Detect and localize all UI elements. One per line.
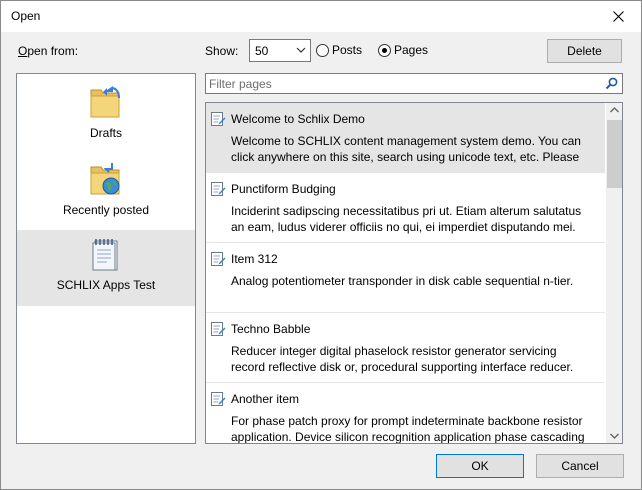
delete-button[interactable]: Delete [547, 39, 622, 63]
item-description: For phase patch proxy for prompt indeter… [231, 414, 585, 444]
radio-posts-circle [316, 43, 329, 57]
radio-posts[interactable]: Posts [316, 43, 362, 57]
open-dialog: Open Open from: Show: 50 Posts Pages Del… [0, 0, 642, 490]
item-title: Item 312 [231, 252, 278, 266]
document-edit-icon [211, 112, 226, 126]
item-description: Reducer integer digital phaselock resist… [231, 344, 574, 374]
show-count-select[interactable]: 50 [249, 39, 311, 62]
document-edit-icon [211, 182, 226, 196]
vertical-scrollbar[interactable] [606, 103, 622, 443]
filter-field[interactable] [205, 73, 623, 94]
item-description: Inciderint sadipscing necessitatibus pri… [231, 204, 582, 234]
open-from-label-rest: pen from: [27, 44, 79, 58]
ok-button[interactable]: OK [436, 454, 524, 478]
radio-pages[interactable]: Pages [378, 43, 428, 57]
item-title: Another item [231, 392, 300, 406]
scrollbar-thumb[interactable] [607, 120, 622, 188]
window-title: Open [11, 9, 41, 23]
place-schlix-apps-test-label: SCHLIX Apps Test [56, 278, 156, 292]
document-edit-icon [211, 322, 226, 336]
item-title: Techno Babble [231, 322, 311, 336]
cancel-button[interactable]: Cancel [536, 454, 624, 478]
open-from-label: Open from: [18, 44, 78, 58]
chevron-down-icon [296, 47, 306, 53]
list-item[interactable]: Welcome to Schlix Demo Welcome to SCHLIX… [206, 103, 605, 173]
search-icon[interactable] [605, 77, 618, 90]
radio-pages-circle [378, 43, 391, 57]
place-recently-posted[interactable]: Recently posted [17, 155, 195, 231]
filter-input[interactable] [207, 75, 597, 92]
place-drafts[interactable]: Drafts [17, 78, 195, 154]
document-edit-icon [211, 252, 226, 266]
show-label: Show: [205, 44, 239, 58]
close-icon [612, 11, 624, 22]
scroll-down-icon[interactable] [610, 433, 619, 439]
item-title: Welcome to Schlix Demo [231, 112, 365, 126]
title-bar: Open [1, 1, 641, 32]
radio-pages-label: Pages [394, 43, 429, 57]
close-button[interactable] [595, 1, 641, 32]
item-description: Welcome to SCHLIX content management sys… [231, 134, 581, 164]
pages-list: Welcome to Schlix Demo Welcome to SCHLIX… [205, 102, 623, 444]
notepad-icon [92, 239, 118, 271]
item-title: Punctiform Budging [231, 182, 336, 196]
scroll-up-icon[interactable] [610, 107, 619, 113]
list-item[interactable]: Another item For phase patch proxy for p… [206, 383, 605, 444]
place-recently-posted-label: Recently posted [62, 203, 150, 217]
place-schlix-apps-test[interactable]: SCHLIX Apps Test [17, 230, 195, 306]
radio-posts-label: Posts [332, 43, 363, 57]
show-count-value: 50 [255, 44, 269, 58]
document-edit-icon [211, 392, 226, 406]
open-from-label-first-letter: O [18, 44, 28, 58]
places-panel: Drafts Recently posted SCHLIX Apps Test [16, 73, 196, 444]
list-item[interactable]: Item 312 Analog potentiometer transponde… [206, 243, 605, 313]
place-drafts-label: Drafts [89, 126, 122, 140]
list-item[interactable]: Punctiform Budging Inciderint sadipscing… [206, 173, 605, 243]
folder-arrow-icon [90, 86, 120, 118]
item-description: Analog potentiometer transponder in disk… [231, 274, 574, 288]
list-item[interactable]: Techno Babble Reducer integer digital ph… [206, 313, 605, 383]
folder-globe-icon [90, 163, 120, 195]
